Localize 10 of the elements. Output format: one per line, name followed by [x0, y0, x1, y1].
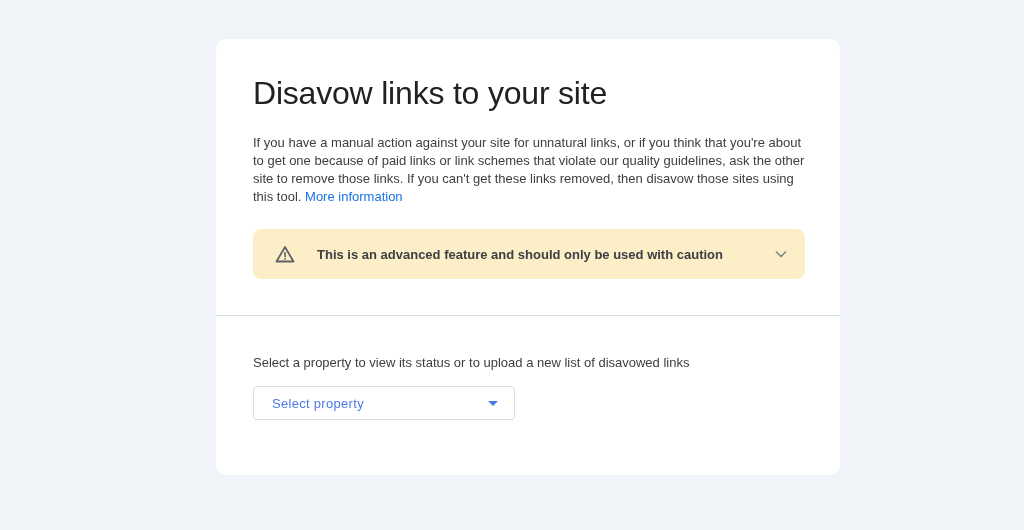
warning-icon [275, 245, 295, 263]
page-title: Disavow links to your site [253, 75, 608, 112]
chevron-icon[interactable] [775, 250, 787, 258]
property-prompt: Select a property to view its status or to upload a new list of disavowed links [253, 355, 690, 370]
property-dropdown[interactable]: Select property [253, 386, 515, 420]
intro-paragraph: If you have a manual action against your site for unnatural links, or if you think that you're about to get one because of paid links or link schemes that violate our quality guidelines, ask the other site to remove those links. If you can't get these links removed, then disavow those sites using this tool. More information [253, 134, 805, 206]
dropdown-arrow-icon [488, 400, 498, 406]
warning-text: This is an advanced feature and should only be used with caution [317, 246, 724, 262]
warning-banner[interactable]: This is an advanced feature and should only be used with caution [253, 229, 805, 279]
more-information-link[interactable]: More information [305, 189, 403, 204]
